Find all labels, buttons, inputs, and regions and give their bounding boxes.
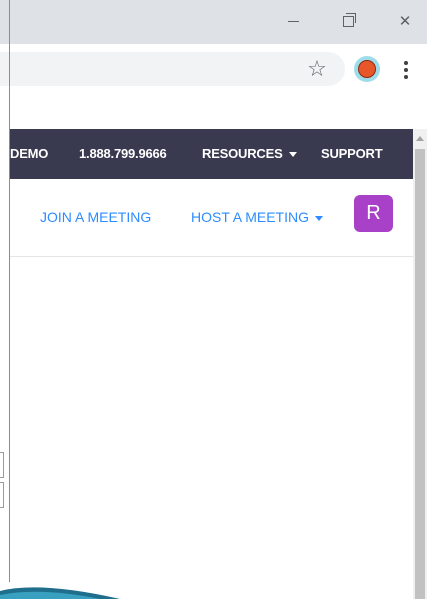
chevron-down-icon	[315, 215, 323, 221]
nav-resources-dropdown[interactable]: RESOURCES	[202, 146, 297, 161]
minimize-icon[interactable]	[276, 6, 310, 36]
scroll-up-arrow-icon[interactable]	[413, 133, 427, 143]
page-scrollbar[interactable]	[413, 129, 427, 599]
nav-resources-label: RESOURCES	[202, 146, 283, 161]
browser-toolbar: ☆	[0, 44, 427, 94]
secondary-navigation: JOIN A MEETING HOST A MEETING R	[9, 179, 413, 257]
address-bar[interactable]	[0, 52, 345, 86]
browser-title-bar: ✕	[0, 0, 427, 44]
nav-phone-number[interactable]: 1.888.799.9666	[79, 146, 167, 161]
decorative-swoosh	[0, 587, 120, 599]
top-navigation-bar: DEMO 1.888.799.9666 RESOURCES SUPPORT	[9, 129, 413, 179]
nav-support-link[interactable]: SUPPORT	[321, 146, 383, 161]
restore-icon[interactable]	[331, 6, 365, 36]
bookmark-star-icon[interactable]: ☆	[304, 57, 330, 83]
kebab-menu-icon[interactable]	[398, 58, 414, 82]
background-window-control	[0, 482, 4, 508]
join-meeting-link[interactable]: JOIN A MEETING	[40, 209, 151, 225]
close-icon[interactable]: ✕	[388, 6, 422, 36]
basketball-extension-icon[interactable]	[354, 56, 380, 82]
host-meeting-label: HOST A MEETING	[191, 209, 309, 225]
user-avatar[interactable]: R	[354, 195, 393, 232]
chevron-down-icon	[288, 152, 297, 158]
background-window-control	[0, 452, 4, 478]
scroll-thumb[interactable]	[415, 149, 425, 599]
host-meeting-dropdown[interactable]: HOST A MEETING	[191, 209, 323, 225]
nav-demo-link[interactable]: DEMO	[10, 146, 48, 161]
